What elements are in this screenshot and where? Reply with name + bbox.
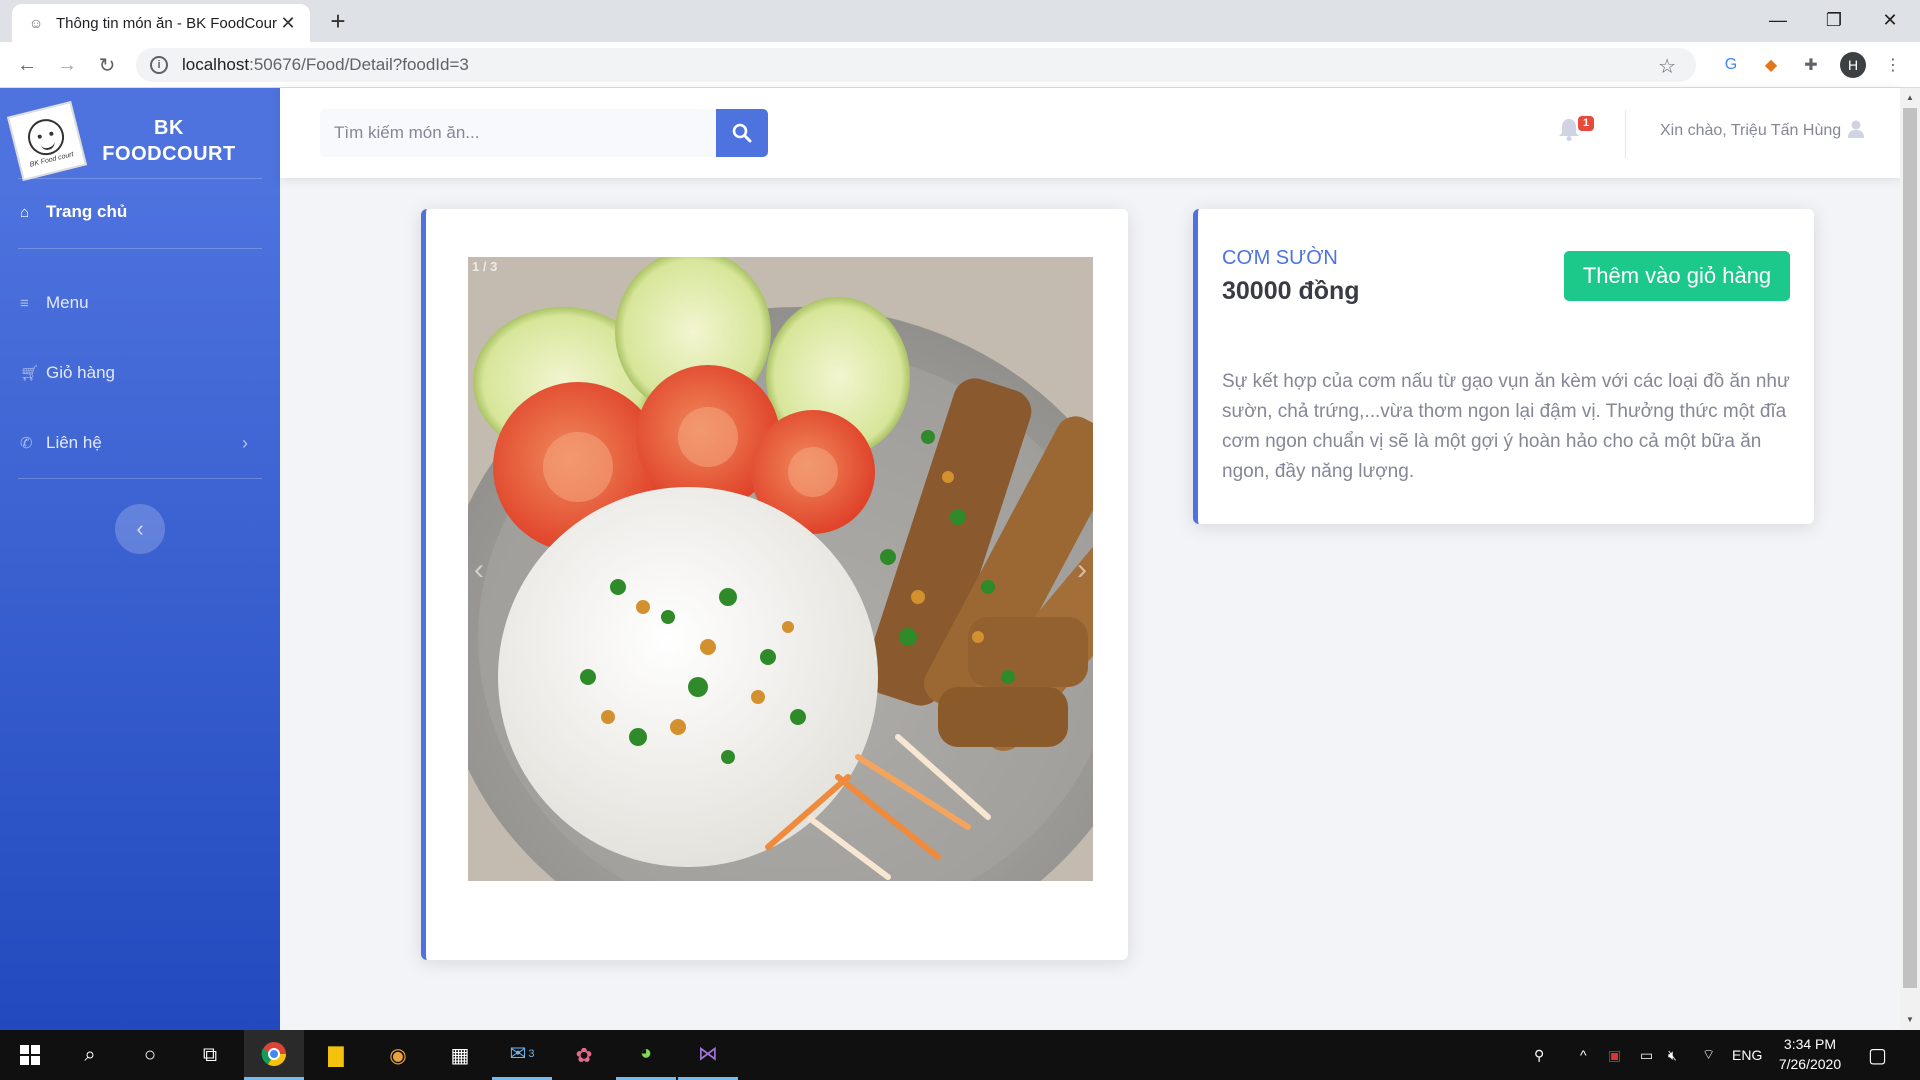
action-center-icon[interactable]: ▢ [1868,1030,1887,1080]
paint-icon[interactable]: ✿ [554,1030,614,1080]
visual-studio-icon[interactable]: ⋈ [678,1030,738,1080]
reload-icon[interactable]: ↻ [92,50,122,80]
site-info-icon[interactable]: i [150,56,168,74]
search-icon [732,123,752,143]
cortana-icon[interactable]: ○ [120,1030,180,1080]
sidebar-item-label: Liên hệ [46,433,102,452]
browser-menu-icon[interactable]: ⋮ [1880,52,1906,78]
bookmark-star-icon[interactable]: ☆ [1658,54,1676,79]
brand-line1: BK [154,117,184,139]
tray-chevron-up-icon[interactable]: ^ [1580,1030,1587,1080]
menu-icon: ≡ [20,294,29,312]
browser-tab[interactable]: ☺ Thông tin món ăn - BK FoodCour ✕ [12,4,310,42]
page-scrollbar[interactable]: ▲ ▼ [1900,88,1920,1030]
media-app-icon[interactable]: ◉ [368,1030,428,1080]
phone-icon: ✆ [20,435,33,452]
task-view-icon[interactable]: ⧉ [180,1030,240,1080]
scroll-up-icon[interactable]: ▲ [1900,90,1920,106]
search-button[interactable] [716,109,768,157]
sidebar-toggle-button[interactable]: ‹ [115,504,165,554]
home-icon: ⌂ [20,203,30,221]
profile-avatar[interactable]: H [1840,52,1866,78]
search-input[interactable] [320,109,716,157]
search-taskbar-icon[interactable]: ⌕ [60,1030,120,1080]
brand-line2: FOODCOURT [102,143,236,165]
antivirus-tray-icon[interactable]: ▣ [1608,1030,1621,1080]
chevron-right-icon: › [242,432,248,453]
forward-icon[interactable]: → [52,50,82,80]
food-description: Sự kết hợp của cơm nấu từ gạo vụn ăn kèm… [1222,371,1790,482]
sidebar-item-home[interactable]: ⌂ Trang chủ [20,192,260,232]
chrome-taskbar-icon[interactable] [244,1030,304,1080]
chef-face-icon [24,114,68,159]
start-windows-icon[interactable] [0,1030,60,1080]
close-tab-icon[interactable]: ✕ [278,13,298,34]
url-host: localhost [182,55,250,74]
browser-profile-icon[interactable]: ◕ [616,1030,676,1080]
add-to-cart-button[interactable]: Thêm vào giỏ hàng [1564,251,1790,301]
sidebar-item-label: Menu [46,293,89,312]
tab-title: Thông tin món ăn - BK FoodCour [56,14,277,32]
topbar: 1 Xin chào, Triệu Tấn Hùng [280,88,1900,178]
scrollbar-thumb[interactable] [1903,108,1917,988]
carousel-next-icon[interactable]: › [1077,553,1087,587]
clock-time: 3:34 PM [1783,1036,1837,1052]
carousel-counter: 1 / 3 [472,259,498,274]
address-bar[interactable]: i localhost:50676/Food/Detail?foodId=3 ☆ [136,48,1696,82]
translate-extension-icon[interactable]: G [1718,52,1744,78]
carousel-prev-icon[interactable]: ‹ [474,553,484,587]
volume-muted-icon[interactable]: 🔇︎ [1668,1030,1677,1080]
store-icon[interactable]: ▦ [430,1030,490,1080]
sidebar-item-label: Trang chủ [46,202,128,221]
sidebar-item-contact[interactable]: ✆ Liên hệ › [20,423,260,463]
user-icon[interactable] [1848,120,1864,143]
minimize-icon[interactable]: — [1750,0,1806,40]
sidebar-divider [18,248,262,249]
mail-badge: 3 [528,1047,535,1060]
cart-icon: 🛒︎ [20,365,40,382]
search-form [320,109,768,157]
food-photo-carousel[interactable]: 1 / 3 ‹ › [468,257,1093,881]
scroll-down-icon[interactable]: ▼ [1900,1012,1920,1028]
brand[interactable]: BK Food court BK FOODCOURT [6,96,278,186]
browser-toolbar: ← → ↻ i localhost:50676/Food/Detail?food… [0,42,1920,88]
clock-date: 7/26/2020 [1778,1056,1842,1072]
sidebar-item-menu[interactable]: ≡ Menu [20,283,260,323]
topbar-divider [1625,110,1626,158]
url-path: :50676/Food/Detail?foodId=3 [249,55,469,74]
extensions-puzzle-icon[interactable]: ✚ [1798,52,1824,78]
sidebar-divider [18,178,262,179]
restore-icon[interactable]: ❐ [1806,0,1862,40]
brand-logo: BK Food court [6,100,88,182]
back-icon[interactable]: ← [12,50,42,80]
system-clock[interactable]: 3:34 PM 7/26/2020 [1760,1034,1860,1074]
sidebar-item-label: Giỏ hàng [46,363,115,382]
mail-icon[interactable]: ✉ 3 [492,1030,552,1080]
food-price: 30000 đồng [1222,277,1360,305]
sidebar: BK Food court BK FOODCOURT ⌂ Trang chủ ≡… [0,88,280,1030]
file-explorer-icon[interactable]: ▇ [306,1030,366,1080]
user-greeting[interactable]: Xin chào, Triệu Tấn Hùng [1660,122,1841,140]
food-info-card: Cơm sườn 30000 đồng Thêm vào giỏ hàng Sự… [1193,209,1814,524]
browser-tabbar: ☺ Thông tin món ăn - BK FoodCour ✕ + — ❐… [0,0,1920,42]
brand-text: BK FOODCOURT [80,115,278,167]
people-icon[interactable]: ⚲ [1534,1030,1544,1080]
metamask-extension-icon[interactable]: ◆ [1758,52,1784,78]
windows-taskbar: ⌕ ○ ⧉ ▇ ◉ ▦ ✉ 3 ✿ ◕ ⋈ ⚲ ^ ▣ ▭ 🔇︎ ⌔ ENG 3:… [0,1030,1920,1080]
wifi-icon[interactable]: ⌔ [1702,1030,1715,1080]
chef-favicon-icon: ☺ [28,15,44,31]
com-suon-food-photo [468,257,1093,881]
close-window-icon[interactable]: ✕ [1862,0,1918,40]
sidebar-item-cart[interactable]: 🛒︎ Giỏ hàng [20,353,260,393]
new-tab-button[interactable]: + [324,8,352,36]
language-indicator[interactable]: ENG [1732,1030,1762,1080]
food-name: Cơm sườn [1222,247,1338,269]
sidebar-divider [18,478,262,479]
food-image-card: 1 / 3 ‹ › [421,209,1128,960]
battery-icon[interactable]: ▭ [1640,1030,1653,1080]
notification-badge: 1 [1578,116,1594,131]
